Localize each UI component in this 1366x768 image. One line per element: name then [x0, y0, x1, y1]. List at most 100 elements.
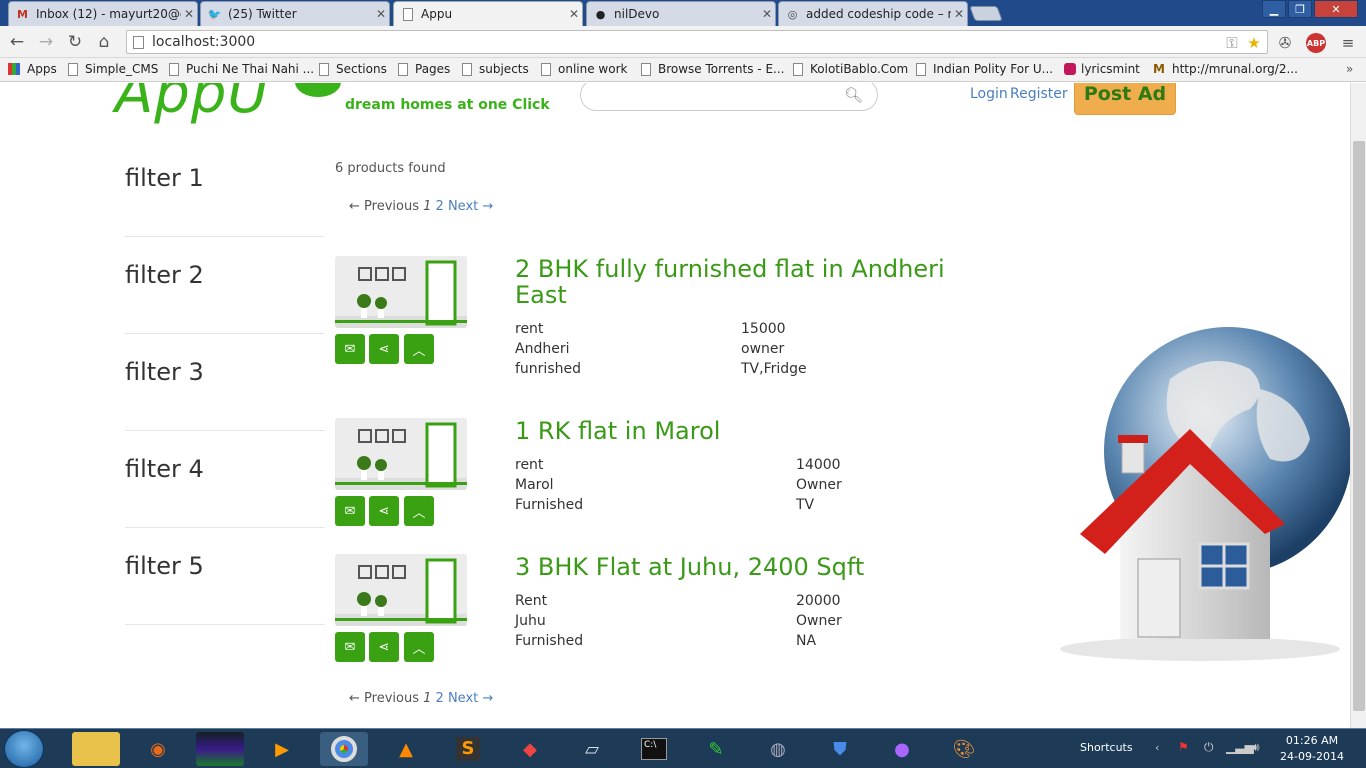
tab-gmail[interactable]: M Inbox (12) - mayurt20@g ✕	[8, 1, 198, 26]
filter-item-4[interactable]: filter 4	[125, 431, 325, 528]
page-viewport: AppU dream homes at one Click 🔍︎ Login R…	[0, 83, 1350, 728]
tor-icon[interactable]: ◍	[754, 732, 802, 766]
previous-page-link[interactable]: ← Previous	[349, 199, 419, 214]
mrunal-icon: M	[1153, 62, 1165, 76]
bookmark-lyricsmint[interactable]: lyricsmint	[1064, 62, 1140, 76]
upvote-button[interactable]: ︿	[404, 334, 434, 364]
paint-icon[interactable]: 🎨︎	[940, 732, 988, 766]
terminal-icon[interactable]: C:\	[630, 732, 678, 766]
listing-title[interactable]: 2 BHK fully furnished flat in Andheri Ea…	[515, 256, 965, 308]
close-tab-icon[interactable]: ✕	[181, 7, 197, 21]
vlc-icon[interactable]: ▲	[382, 732, 430, 766]
filter-item-5[interactable]: filter 5	[125, 528, 325, 625]
window-app-icon[interactable]: ▱	[568, 732, 616, 766]
tab-codeship[interactable]: ◎ added codeship code – ni ✕	[778, 1, 968, 26]
bookmark-kolotibablo[interactable]: KolotiBablo.Com	[793, 62, 908, 76]
close-tab-icon[interactable]: ✕	[373, 7, 389, 21]
listing-furnishing: Furnished	[515, 633, 584, 649]
start-button[interactable]	[4, 730, 44, 768]
close-tab-icon[interactable]: ✕	[951, 7, 967, 21]
upvote-button[interactable]: ︿	[404, 496, 434, 526]
share-button[interactable]: ⋖	[369, 496, 399, 526]
email-button[interactable]: ✉	[335, 334, 365, 364]
register-link[interactable]: Register	[1010, 86, 1068, 102]
notepad-plus-icon[interactable]: ✎	[692, 732, 740, 766]
close-tab-icon[interactable]: ✕	[759, 7, 775, 21]
action-center-flag-icon[interactable]: ⚑	[1178, 740, 1189, 754]
network-signal-icon[interactable]: ▁▃▅	[1226, 740, 1254, 754]
search-icon[interactable]: 🔍︎	[844, 86, 863, 104]
github-desktop-icon[interactable]: ●	[878, 732, 926, 766]
listing-thumbnail[interactable]	[335, 256, 467, 328]
scrollbar-thumb[interactable]	[1353, 141, 1365, 711]
adblock-icon[interactable]: ABP	[1306, 33, 1326, 53]
volume-icon[interactable]: 🔊︎	[1252, 740, 1260, 755]
page-icon	[793, 62, 803, 76]
bookmark-simple-cms[interactable]: Simple_CMS	[68, 62, 158, 76]
key-icon[interactable]: ⚿	[1222, 33, 1242, 53]
menu-icon[interactable]: ≡	[1338, 33, 1358, 53]
bookmark-mrunal[interactable]: Mhttp://mrunal.org/2...	[1153, 62, 1298, 76]
gmail-icon: M	[17, 7, 28, 21]
chevron-left-icon[interactable]: ‹	[1155, 741, 1159, 754]
bookmark-pages[interactable]: Pages	[398, 62, 450, 76]
listing-title[interactable]: 3 BHK Flat at Juhu, 2400 Sqft	[515, 554, 965, 580]
chrome-icon[interactable]	[320, 732, 368, 766]
filter-item-2[interactable]: filter 2	[125, 237, 325, 334]
bookmark-puchi[interactable]: Puchi Ne Thai Nahi ...	[169, 62, 314, 76]
listing-thumbnail[interactable]	[335, 418, 467, 490]
email-button[interactable]: ✉	[335, 496, 365, 526]
bookmark-indian-polity[interactable]: Indian Polity For U...	[916, 62, 1053, 76]
file-explorer-icon[interactable]	[72, 732, 120, 766]
tab-github[interactable]: ● nilDevo ✕	[586, 1, 776, 26]
more-bookmarks-icon[interactable]: »	[1346, 62, 1353, 76]
listing-thumbnail[interactable]	[335, 554, 467, 626]
listing-title[interactable]: 1 RK flat in Marol	[515, 418, 965, 444]
bookmark-subjects[interactable]: subjects	[462, 62, 529, 76]
bookmark-online-work[interactable]: online work	[541, 62, 627, 76]
shortcuts-toolbar[interactable]: Shortcuts	[1080, 741, 1133, 754]
maximize-button[interactable]: ❐	[1288, 0, 1312, 18]
share-button[interactable]: ⋖	[369, 632, 399, 662]
home-icon[interactable]: ⌂	[93, 31, 115, 53]
star-icon[interactable]: ★	[1244, 33, 1264, 53]
close-window-button[interactable]: ✕	[1314, 0, 1358, 18]
login-link[interactable]: Login	[970, 86, 1008, 102]
sublime-text-icon[interactable]: S	[444, 732, 492, 766]
filter-item-1[interactable]: filter 1	[125, 140, 325, 237]
previous-page-link[interactable]: ← Previous	[349, 691, 419, 706]
browser-tab-strip: M Inbox (12) - mayurt20@g ✕ 🐦 (25) Twitt…	[0, 0, 1366, 26]
extension-icon[interactable]: ✇	[1275, 33, 1295, 53]
git-icon[interactable]: ◆	[506, 732, 554, 766]
close-tab-icon[interactable]: ✕	[566, 7, 582, 21]
upvote-button[interactable]: ︿	[404, 632, 434, 662]
page-scrollbar[interactable]	[1350, 83, 1366, 728]
new-tab-button[interactable]	[969, 6, 1003, 21]
page-2-link[interactable]: 2	[436, 199, 444, 214]
search-input[interactable]: 🔍︎	[580, 83, 878, 111]
shield-icon[interactable]: ⛊	[816, 732, 864, 766]
next-page-link[interactable]: Next →	[448, 199, 493, 214]
bookmark-sections[interactable]: Sections	[319, 62, 387, 76]
forward-icon[interactable]: →	[35, 31, 57, 53]
back-icon[interactable]: ←	[6, 31, 28, 53]
filter-item-3[interactable]: filter 3	[125, 334, 325, 431]
media-visualizer-icon[interactable]	[196, 732, 244, 766]
site-logo[interactable]: AppU	[115, 83, 269, 126]
address-bar[interactable]: localhost:3000	[126, 30, 1268, 54]
tab-twitter[interactable]: 🐦 (25) Twitter ✕	[200, 1, 390, 26]
post-ad-button[interactable]: Post Ad	[1074, 83, 1176, 115]
next-page-link[interactable]: Next →	[448, 691, 493, 706]
tab-appu[interactable]: Appu ✕	[393, 1, 583, 26]
minimize-button[interactable]: ▁	[1262, 0, 1286, 18]
firefox-icon[interactable]: ◉	[134, 732, 182, 766]
email-button[interactable]: ✉	[335, 632, 365, 662]
reload-icon[interactable]: ↻	[64, 31, 86, 53]
media-player-icon[interactable]: ▶	[258, 732, 306, 766]
system-clock[interactable]: 01:26 AM 24-09-2014	[1280, 733, 1344, 765]
power-icon[interactable]: ⏻	[1204, 740, 1214, 755]
page-2-link[interactable]: 2	[436, 691, 444, 706]
share-button[interactable]: ⋖	[369, 334, 399, 364]
bookmark-browse-torrents[interactable]: Browse Torrents - E...	[641, 62, 784, 76]
bookmark-apps[interactable]: Apps	[8, 62, 57, 76]
